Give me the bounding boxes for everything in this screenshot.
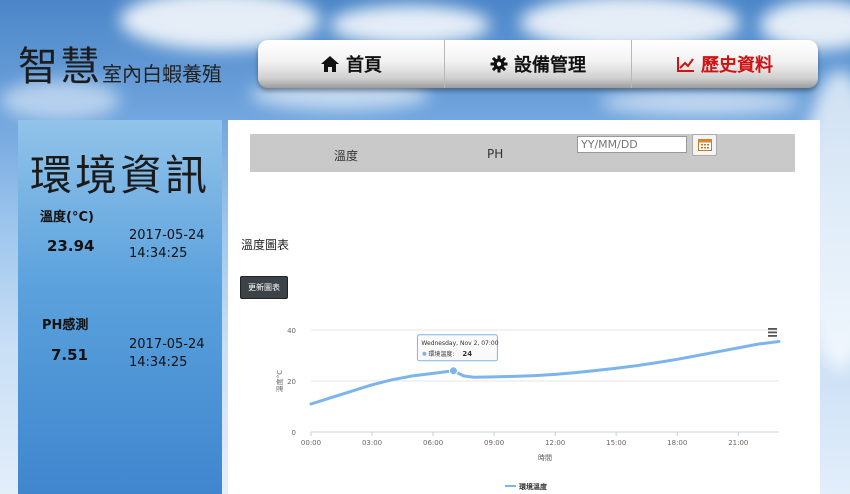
- series-line: [309, 340, 781, 406]
- ph-value: 7.51: [51, 346, 89, 364]
- logo-subtitle: 室內白蝦養殖: [102, 62, 222, 86]
- sidebar-title: 環境資訊: [30, 151, 211, 200]
- tab-temperature[interactable]: 溫度: [334, 147, 358, 164]
- nav-home-label: 首頁: [346, 55, 382, 76]
- ph-timestamp: 2017-05-24 14:34:25: [129, 336, 205, 372]
- x-tick-label: 21:00: [728, 439, 748, 447]
- y-tick-label: 0: [292, 429, 296, 437]
- tooltip-value: 24: [462, 350, 472, 358]
- temperature-chart: 0 20 40 00:00 03:00 06:00 09:00 12:00 15:00 18:00…: [275, 327, 781, 491]
- calendar-button[interactable]: [692, 134, 717, 156]
- hover-point: [448, 366, 458, 376]
- main-panel: 溫度 PH 溫度圖表 更新圖表 0 20 40 00:00 03:00 06:00 09:0…: [228, 120, 820, 494]
- x-tick-label: 06:00: [423, 439, 443, 447]
- temp-time: 14:34:25: [129, 246, 188, 261]
- menu-icon-bar: [768, 335, 777, 337]
- menu-icon-bar: [768, 328, 777, 330]
- nav-history-label: 歷史資料: [701, 55, 773, 76]
- menu-icon-bar: [768, 331, 777, 334]
- temp-label: 溫度(°C): [40, 210, 94, 225]
- refresh-chart-button[interactable]: 更新圖表: [240, 276, 288, 299]
- x-tick-label: 15:00: [606, 439, 626, 447]
- x-tick-label: 00:00: [301, 439, 321, 447]
- logo-title: 智慧: [18, 44, 102, 90]
- sidebar: 環境資訊 溫度(°C) 23.94 2017-05-24 14:34:25 PH…: [18, 120, 222, 494]
- nav-device[interactable]: 設備管理: [445, 40, 632, 88]
- tooltip-series-label: 環境溫度:: [428, 350, 454, 358]
- tooltip-marker: [422, 351, 427, 356]
- x-tick-label: 12:00: [545, 439, 565, 447]
- nav-history[interactable]: 歷史資料: [632, 40, 818, 88]
- x-tick-label: 03:00: [362, 439, 382, 447]
- home-icon: [320, 55, 340, 73]
- y-axis-title: 溫度°C: [275, 370, 284, 392]
- nav-device-label: 設備管理: [514, 55, 586, 76]
- chart-icon: [677, 56, 695, 72]
- x-tick-label: 09:00: [484, 439, 504, 447]
- x-axis-title: 時間: [538, 454, 552, 462]
- nav-home[interactable]: 首頁: [258, 40, 445, 88]
- temp-value: 23.94: [47, 237, 95, 255]
- y-tick-label: 20: [287, 378, 296, 386]
- main-nav: 首頁 設備管理 歷史資料: [258, 40, 818, 88]
- temp-date: 2017-05-24: [129, 228, 205, 243]
- calendar-icon: [697, 136, 712, 155]
- tab-ph[interactable]: PH: [487, 147, 503, 161]
- gear-icon: [490, 55, 508, 73]
- ph-label: PH感測: [42, 318, 89, 333]
- ph-time: 14:34:25: [129, 355, 188, 370]
- ph-date: 2017-05-24: [129, 337, 205, 352]
- chart-section-title: 溫度圖表: [241, 238, 290, 252]
- y-tick-label: 40: [287, 327, 296, 335]
- x-tick-label: 18:00: [667, 439, 687, 447]
- legend-label: 環境溫度: [519, 482, 548, 491]
- temp-timestamp: 2017-05-24 14:34:25: [129, 227, 205, 263]
- date-input[interactable]: [577, 136, 687, 153]
- tooltip-header: Wednesday, Nov 2, 07:00: [421, 340, 498, 347]
